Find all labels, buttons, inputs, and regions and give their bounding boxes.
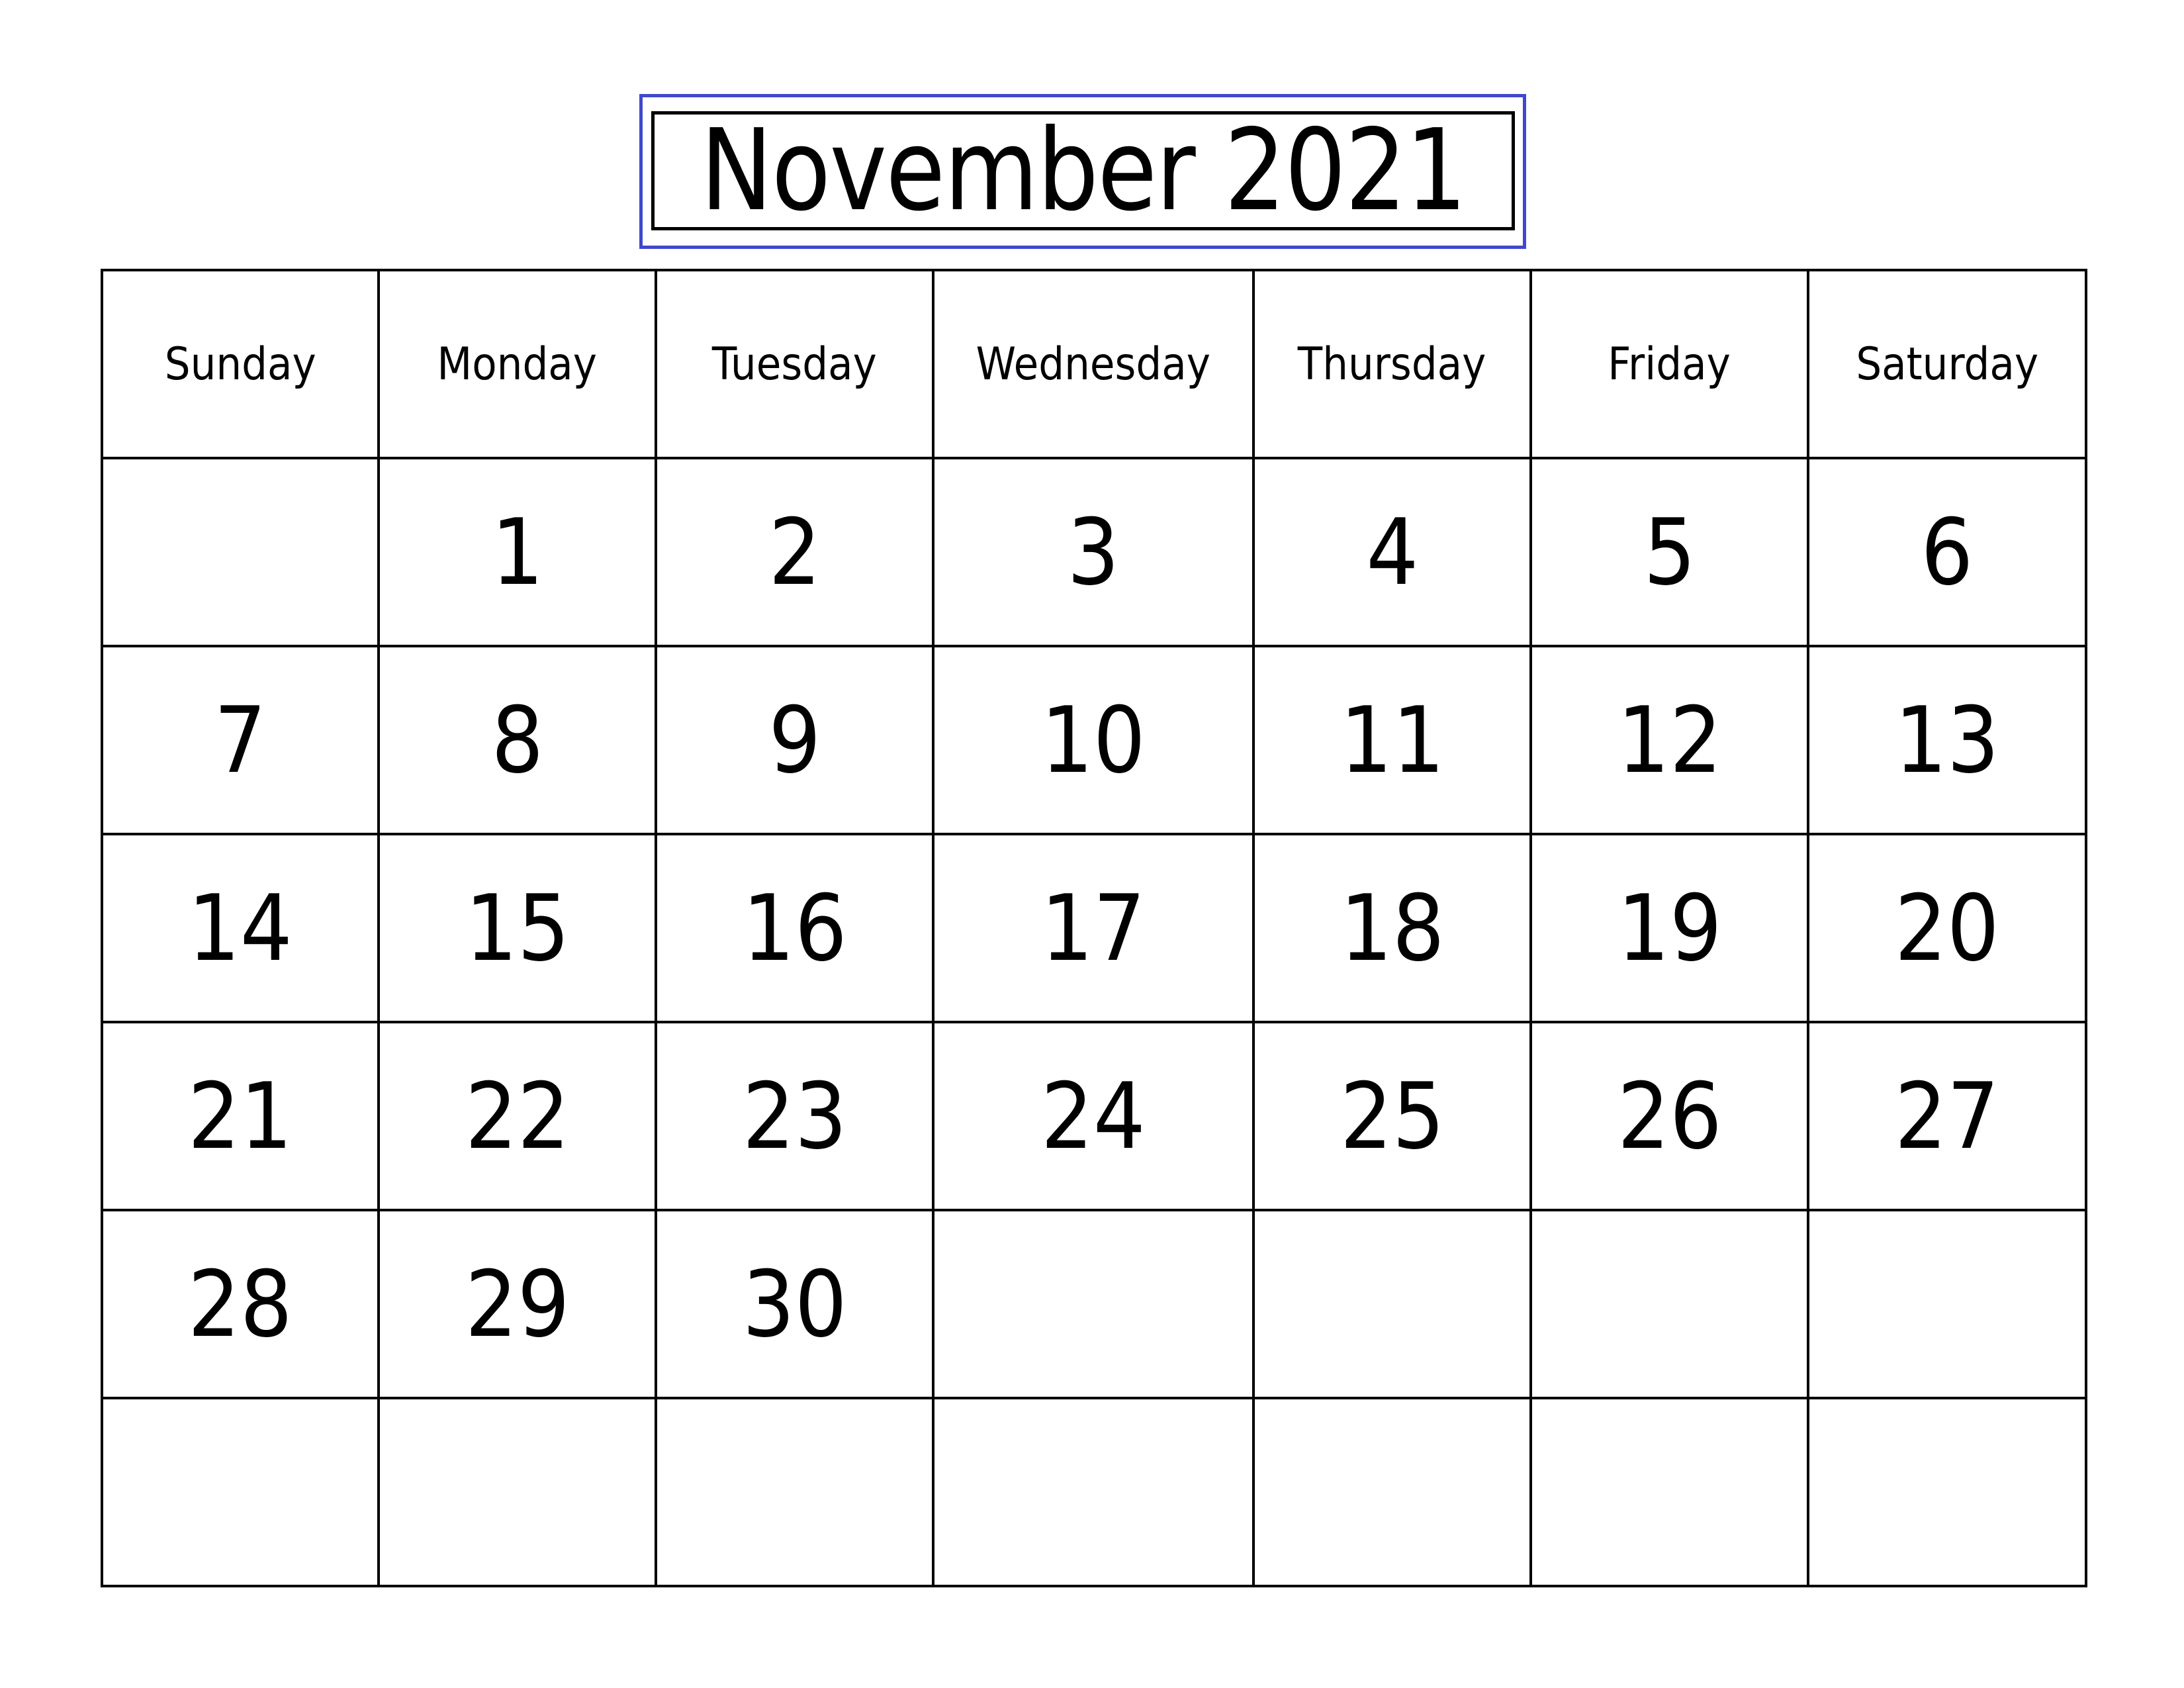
day-number: 6: [1921, 498, 1974, 606]
day-number: 30: [742, 1250, 847, 1358]
empty-day-cell[interactable]: [377, 1397, 657, 1587]
week-row: [101, 1397, 2087, 1587]
day-number: 28: [187, 1250, 293, 1358]
day-number: 19: [1617, 874, 1722, 982]
day-cell[interactable]: 26: [1529, 1021, 1809, 1211]
day-cell[interactable]: 28: [101, 1209, 380, 1399]
day-cell[interactable]: 14: [101, 833, 380, 1023]
day-cell[interactable]: 22: [377, 1021, 657, 1211]
weekday-header-row: Sunday Monday Tuesday Wednesday Thursday…: [101, 269, 2087, 459]
empty-day-cell[interactable]: [1252, 1209, 1532, 1399]
day-cell[interactable]: 5: [1529, 457, 1809, 647]
day-number: 25: [1340, 1062, 1445, 1170]
empty-day-cell[interactable]: [1807, 1209, 2087, 1399]
empty-day-cell[interactable]: [1529, 1397, 1809, 1587]
day-cell[interactable]: 29: [377, 1209, 657, 1399]
day-number: 29: [465, 1250, 570, 1358]
day-cell[interactable]: 24: [932, 1021, 1255, 1211]
week-row: 14 15 16 17 18 19 20: [101, 833, 2087, 1023]
day-cell[interactable]: 23: [655, 1021, 934, 1211]
day-number: 3: [1067, 498, 1120, 606]
calendar-title: November 2021: [700, 105, 1467, 236]
weekday-label: Monday: [437, 338, 598, 391]
weekday-label: Friday: [1608, 338, 1731, 391]
day-cell[interactable]: 13: [1807, 645, 2087, 835]
day-number: 14: [187, 874, 293, 982]
day-cell[interactable]: 20: [1807, 833, 2087, 1023]
weekday-header: Thursday: [1252, 269, 1532, 459]
day-number: 23: [742, 1062, 847, 1170]
empty-day-cell[interactable]: [655, 1397, 934, 1587]
week-row: 28 29 30: [101, 1209, 2087, 1399]
week-row: 1 2 3 4 5 6: [101, 457, 2087, 647]
day-number: 21: [187, 1062, 293, 1170]
day-number: 5: [1643, 498, 1696, 606]
day-cell[interactable]: 25: [1252, 1021, 1532, 1211]
day-cell[interactable]: 6: [1807, 457, 2087, 647]
day-cell[interactable]: 12: [1529, 645, 1809, 835]
day-cell[interactable]: 19: [1529, 833, 1809, 1023]
day-cell[interactable]: 27: [1807, 1021, 2087, 1211]
day-number: 2: [768, 498, 821, 606]
day-cell[interactable]: 18: [1252, 833, 1532, 1023]
empty-day-cell[interactable]: [1807, 1397, 2087, 1587]
day-number: 13: [1894, 686, 2000, 794]
day-cell[interactable]: 11: [1252, 645, 1532, 835]
day-cell[interactable]: 21: [101, 1021, 380, 1211]
weekday-label: Saturday: [1856, 338, 2038, 391]
weekday-header: Sunday: [101, 269, 380, 459]
day-number: 26: [1617, 1062, 1722, 1170]
day-number: 9: [768, 686, 821, 794]
day-cell[interactable]: 2: [655, 457, 934, 647]
weekday-header: Monday: [377, 269, 657, 459]
empty-day-cell[interactable]: [1529, 1209, 1809, 1399]
day-cell[interactable]: 10: [932, 645, 1255, 835]
weekday-header: Tuesday: [655, 269, 934, 459]
empty-day-cell[interactable]: [932, 1397, 1255, 1587]
weekday-header: Saturday: [1807, 269, 2087, 459]
empty-day-cell[interactable]: [1252, 1397, 1532, 1587]
weekday-label: Thursday: [1298, 338, 1486, 391]
day-cell[interactable]: 8: [377, 645, 657, 835]
day-cell[interactable]: 15: [377, 833, 657, 1023]
weekday-header: Friday: [1529, 269, 1809, 459]
day-number: 12: [1617, 686, 1722, 794]
day-cell[interactable]: 7: [101, 645, 380, 835]
day-number: 24: [1040, 1062, 1146, 1170]
day-number: 4: [1365, 498, 1419, 606]
day-cell[interactable]: 3: [932, 457, 1255, 647]
day-cell[interactable]: 9: [655, 645, 934, 835]
day-number: 18: [1340, 874, 1445, 982]
empty-day-cell[interactable]: [932, 1209, 1255, 1399]
day-number: 22: [465, 1062, 570, 1170]
day-cell[interactable]: 1: [377, 457, 657, 647]
week-row: 7 8 9 10 11 12 13: [101, 645, 2087, 835]
day-cell[interactable]: 30: [655, 1209, 934, 1399]
day-number: 20: [1894, 874, 2000, 982]
day-number: 11: [1340, 686, 1445, 794]
empty-day-cell[interactable]: [101, 457, 380, 647]
day-cell[interactable]: 4: [1252, 457, 1532, 647]
weekday-label: Wednesday: [976, 338, 1211, 391]
empty-day-cell[interactable]: [101, 1397, 380, 1587]
day-number: 17: [1040, 874, 1146, 982]
weekday-header: Wednesday: [932, 269, 1255, 459]
day-number: 16: [742, 874, 847, 982]
day-number: 10: [1040, 686, 1146, 794]
day-cell[interactable]: 16: [655, 833, 934, 1023]
day-number: 27: [1894, 1062, 2000, 1170]
day-number: 8: [490, 686, 544, 794]
day-number: 1: [490, 498, 544, 606]
day-number: 15: [465, 874, 570, 982]
week-row: 21 22 23 24 25 26 27: [101, 1021, 2087, 1211]
title-frame-inner: November 2021: [651, 111, 1515, 230]
calendar-grid: Sunday Monday Tuesday Wednesday Thursday…: [101, 269, 2087, 1587]
day-cell[interactable]: 17: [932, 833, 1255, 1023]
weekday-label: Tuesday: [712, 338, 877, 391]
day-number: 7: [214, 686, 267, 794]
weekday-label: Sunday: [164, 338, 316, 391]
